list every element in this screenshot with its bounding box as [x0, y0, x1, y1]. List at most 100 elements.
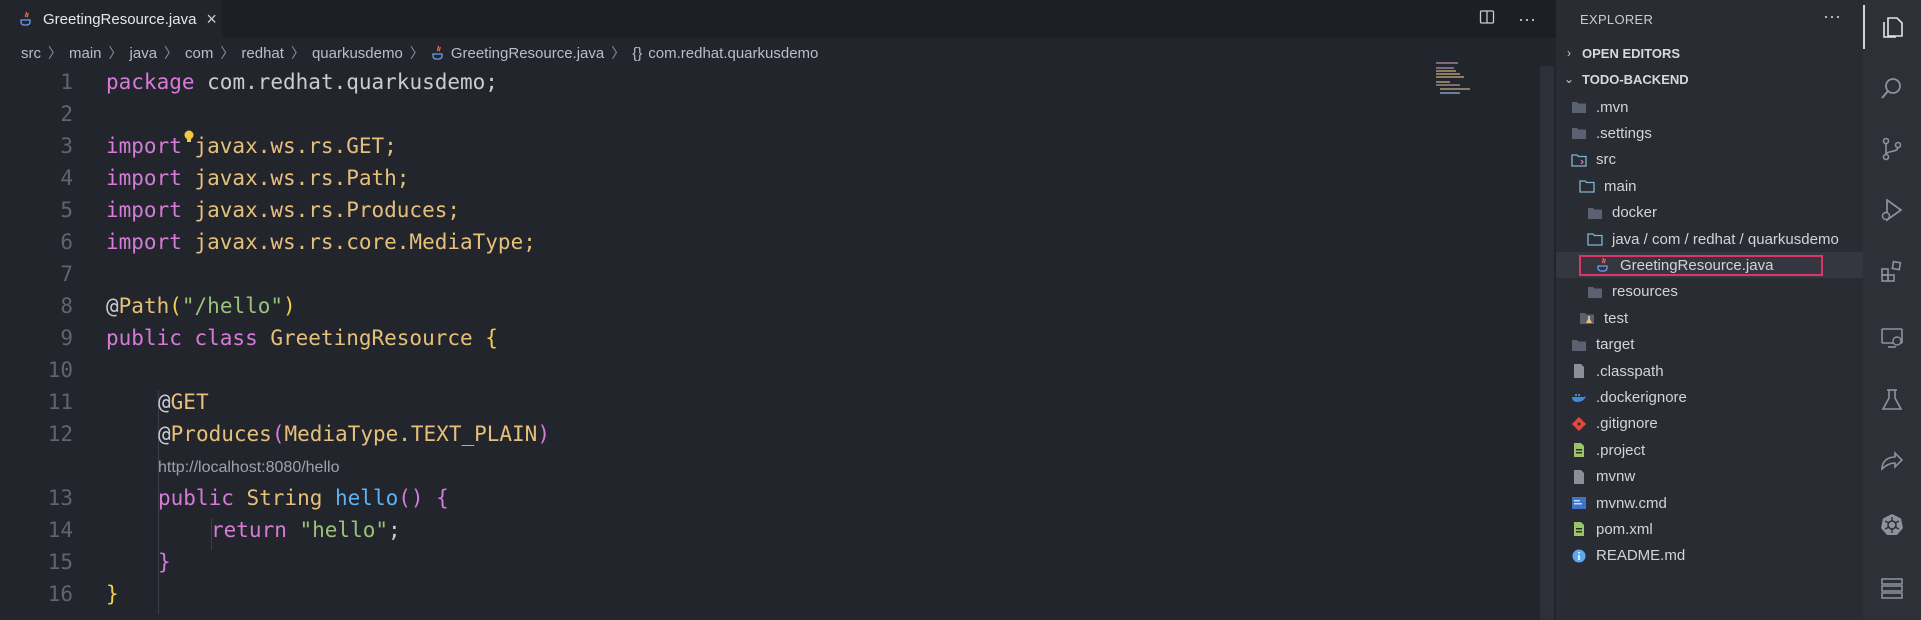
close-icon[interactable]: ×: [206, 10, 217, 28]
eclipse-icon: [1570, 442, 1588, 458]
tree-item-label: README.md: [1596, 547, 1686, 565]
explorer-title: EXPLORER: [1580, 12, 1654, 27]
tree-item[interactable]: target: [1556, 332, 1863, 358]
line-number: 7: [60, 262, 73, 286]
code-line-15: }: [158, 550, 171, 574]
tree-item-label: .settings: [1596, 124, 1652, 142]
code-line-13: public String hello() {: [158, 486, 449, 510]
tree-item-label: target: [1596, 336, 1635, 354]
folder-open-icon: [1578, 178, 1596, 194]
breadcrumb: src 〉 main 〉 java 〉 com 〉 redhat 〉 quarkusdem…: [0, 38, 1556, 68]
more-actions-icon[interactable]: ···: [1823, 6, 1841, 27]
code-line-9: public class GreetingResource {: [106, 326, 498, 350]
search-icon[interactable]: [1863, 66, 1921, 110]
breadcrumb-redhat[interactable]: redhat: [241, 45, 284, 62]
more-actions-icon[interactable]: ···: [1515, 9, 1539, 29]
database-icon[interactable]: [1863, 566, 1921, 610]
tree-item-label: main: [1604, 177, 1637, 195]
java-icon: [431, 45, 445, 61]
chevron-right-icon: 〉: [290, 45, 305, 61]
run-debug-icon[interactable]: [1863, 188, 1921, 232]
breadcrumb-src[interactable]: src: [21, 45, 41, 62]
folder-icon: [1570, 337, 1588, 353]
line-number: 8: [60, 294, 73, 318]
file-icon: [1570, 469, 1588, 485]
code-line-4: import javax.ws.rs.Path;: [106, 166, 410, 190]
tree-item-label: mvnw.cmd: [1596, 494, 1667, 512]
maven-icon: [1570, 521, 1588, 537]
testing-icon[interactable]: [1863, 378, 1921, 422]
line-number: 1: [60, 70, 73, 94]
tree-item[interactable]: mvnw: [1556, 464, 1863, 490]
folder-icon: [1586, 205, 1604, 221]
tree-item-label: pom.xml: [1596, 520, 1653, 538]
tree-item-label: java / com / redhat / quarkusdemo: [1612, 230, 1839, 248]
tree-item[interactable]: pom.xml: [1556, 516, 1863, 542]
section-label: OPEN EDITORS: [1582, 45, 1681, 61]
explorer-icon[interactable]: [1863, 5, 1921, 49]
tree-item[interactable]: .settings: [1556, 120, 1863, 146]
tree-item-label: .classpath: [1596, 362, 1664, 380]
tree-item[interactable]: .dockerignore: [1556, 384, 1863, 410]
folder-icon: [1586, 284, 1604, 300]
minimap[interactable]: [1436, 62, 1474, 98]
live-share-icon[interactable]: [1863, 440, 1921, 484]
test-folder-icon: [1578, 310, 1596, 326]
vertical-scrollbar[interactable]: [1540, 66, 1554, 620]
docker-icon: [1570, 389, 1588, 405]
tree-item[interactable]: .gitignore: [1556, 411, 1863, 437]
tree-item[interactable]: src: [1556, 147, 1863, 173]
tab-greetingresource[interactable]: GreetingResource.java ×: [0, 0, 222, 38]
cmd-icon: [1570, 495, 1588, 511]
tree-item[interactable]: mvnw.cmd: [1556, 490, 1863, 516]
code-line-16: }: [106, 582, 119, 606]
info-icon: [1570, 548, 1588, 564]
breadcrumb-symbol[interactable]: com.redhat.quarkusdemo: [648, 45, 818, 62]
tree-item[interactable]: resources: [1556, 279, 1863, 305]
open-editors-section[interactable]: › OPEN EDITORS: [1562, 42, 1680, 64]
remote-explorer-icon[interactable]: [1863, 316, 1921, 360]
codelens-url[interactable]: http://localhost:8080/hello: [158, 459, 339, 477]
tree-item[interactable]: .project: [1556, 437, 1863, 463]
chevron-right-icon: 〉: [409, 45, 424, 61]
tree-item[interactable]: main: [1556, 173, 1863, 199]
activity-bar: [1863, 0, 1921, 620]
tree-item[interactable]: test: [1556, 305, 1863, 331]
code-editor[interactable]: 1 2 3 4 5 6 7 8 9 10 11 12 13 14 15 16 p…: [0, 68, 1540, 620]
breadcrumb-file[interactable]: GreetingResource.java: [451, 45, 604, 62]
line-number: 9: [60, 326, 73, 350]
editor-area: GreetingResource.java × ··· src 〉 main 〉 j…: [0, 0, 1556, 620]
line-number: 11: [47, 390, 73, 414]
breadcrumb-quarkusdemo[interactable]: quarkusdemo: [312, 45, 403, 62]
tree-item[interactable]: .classpath: [1556, 358, 1863, 384]
extensions-icon[interactable]: [1863, 249, 1921, 293]
code-line-8: @Path("/hello"): [106, 294, 296, 318]
breadcrumb-main[interactable]: main: [69, 45, 102, 62]
split-editor-icon[interactable]: [1477, 9, 1497, 29]
namespace-icon: {}: [632, 44, 643, 62]
project-section[interactable]: ⌄ TODO-BACKEND: [1562, 68, 1689, 90]
kubernetes-icon[interactable]: [1863, 503, 1921, 547]
chevron-right-icon: 〉: [108, 45, 123, 61]
tree-item[interactable]: .mvn: [1556, 94, 1863, 120]
git-icon: [1570, 416, 1588, 432]
tree-item-label: docker: [1612, 204, 1658, 222]
breadcrumb-com[interactable]: com: [185, 45, 213, 62]
tree-item-label: mvnw: [1596, 468, 1636, 486]
line-number: 3: [60, 134, 73, 158]
line-number: 2: [60, 102, 73, 126]
line-number: 5: [60, 198, 73, 222]
tree-item-label: .project: [1596, 441, 1646, 459]
tab-bar: GreetingResource.java × ···: [0, 0, 1556, 38]
line-number: 15: [47, 550, 73, 574]
tree-item[interactable]: README.md: [1556, 543, 1863, 569]
tree-item[interactable]: java / com / redhat / quarkusdemo: [1556, 226, 1863, 252]
source-control-icon[interactable]: [1863, 127, 1921, 171]
line-number: 10: [47, 358, 73, 382]
code-line-1: package com.redhat.quarkusdemo;: [106, 70, 498, 94]
java-icon: [18, 11, 34, 27]
line-number: 13: [47, 486, 73, 510]
section-label: TODO-BACKEND: [1582, 71, 1689, 87]
breadcrumb-java[interactable]: java: [130, 45, 158, 62]
tree-item[interactable]: docker: [1556, 200, 1863, 226]
